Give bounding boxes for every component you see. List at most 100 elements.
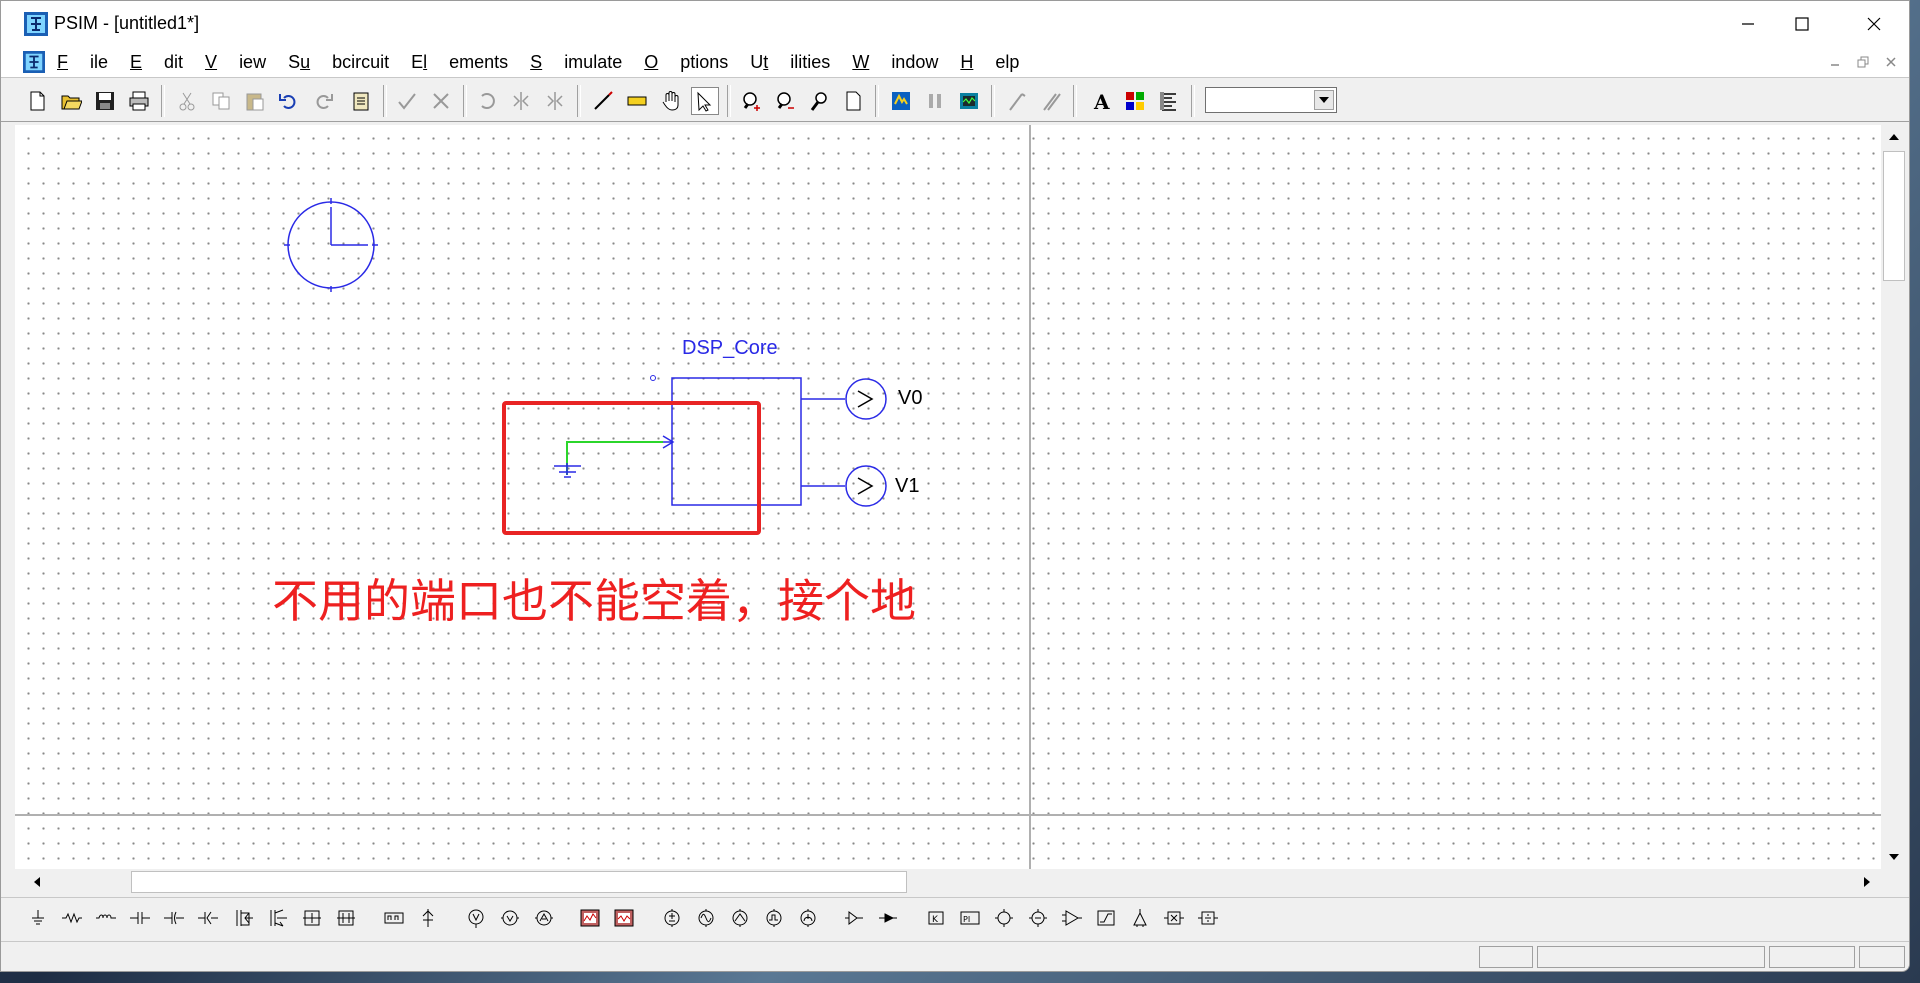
inductor-button[interactable] [93,905,119,931]
gating-block-button[interactable] [841,905,867,931]
scroll-up-button[interactable] [1882,125,1906,149]
multiplier-button[interactable] [1161,905,1187,931]
sine-source-button[interactable] [693,905,719,931]
menu-file[interactable]: File [57,52,108,73]
step-source-button[interactable] [761,905,787,931]
new-button[interactable] [23,87,51,115]
menu-simulate[interactable]: Simulate [530,52,622,73]
limiter-button[interactable] [1093,905,1119,931]
run-simulation-button[interactable] [887,87,915,115]
op-amp-button[interactable] [1059,905,1085,931]
switch-block-button[interactable] [299,905,325,931]
psim-app-icon [24,12,48,36]
redo-button[interactable] [309,87,337,115]
element-list-button[interactable] [1121,87,1149,115]
combo-dropdown-button[interactable] [1314,90,1334,110]
save-button[interactable] [91,87,119,115]
scroll-right-button[interactable] [1855,870,1879,894]
scroll-left-button[interactable] [25,870,49,894]
comparator-button[interactable] [991,905,1017,931]
dc-voltmeter-button[interactable] [497,905,523,931]
summer-button[interactable] [1127,905,1153,931]
current-probe-button[interactable] [1037,87,1065,115]
sensor-button[interactable] [875,905,901,931]
mdi-minimize-button[interactable] [1824,53,1846,71]
ground-button[interactable] [25,905,51,931]
flip-lr-button[interactable] [507,87,535,115]
maximize-button[interactable] [1767,1,1837,47]
netlist-button[interactable] [1155,87,1183,115]
document-icon[interactable] [23,51,45,73]
menu-subcircuit[interactable]: Su bcircuit [288,52,389,73]
copy-button[interactable] [207,87,235,115]
wire-button[interactable] [589,87,617,115]
zoom-in-button[interactable] [737,87,765,115]
simview-button[interactable] [955,87,983,115]
paste-button[interactable] [241,87,269,115]
capacitor-button[interactable] [127,905,153,931]
scroll-down-button[interactable] [1882,845,1906,869]
flip-tb-button[interactable] [541,87,569,115]
horizontal-scrollbar[interactable] [15,869,1881,895]
gain-block-button[interactable]: K [923,905,949,931]
clipboard-button[interactable] [347,87,375,115]
pause-button[interactable] [921,87,949,115]
diode-button[interactable] [415,905,441,931]
switch-block2-button[interactable] [333,905,359,931]
schematic-canvas[interactable]: DSP_Core V0 V1 不用的端口也不能空着，接个地 [15,125,1881,869]
menu-edit[interactable]: Edit [130,52,183,73]
scope2-button[interactable] [611,905,637,931]
pan-button[interactable] [657,87,685,115]
cancel-button[interactable] [427,87,455,115]
status-bar [1,941,1909,971]
menu-view[interactable]: View [205,52,266,73]
text-button[interactable]: A [1087,87,1115,115]
square-source-button[interactable] [795,905,821,931]
electrolytic-capacitor-button[interactable] [161,905,187,931]
transformer-button[interactable] [381,905,407,931]
ac-voltmeter-button[interactable] [531,905,557,931]
clock-element[interactable] [284,198,378,292]
menu-help[interactable]: Help [960,52,1019,73]
close-button[interactable] [1839,1,1909,47]
resistor-button[interactable] [59,905,85,931]
pi-block-button[interactable]: PI [957,905,983,931]
zoom-fit-button[interactable] [805,87,833,115]
horizontal-scroll-thumb[interactable] [131,871,907,893]
menu-options[interactable]: Options [644,52,728,73]
igbt-button[interactable] [265,905,291,931]
mdi-restore-button[interactable] [1852,53,1874,71]
mdi-close-button[interactable] [1880,53,1902,71]
vertical-scrollbar[interactable] [1881,125,1907,869]
cut-button[interactable] [173,87,201,115]
polar-capacitor-button[interactable] [195,905,221,931]
vertical-scroll-thumb[interactable] [1883,151,1905,281]
pulse-source-button[interactable] [727,905,753,931]
voltmeter-v0[interactable] [801,378,887,420]
label-button[interactable] [623,87,651,115]
status-panel [1859,946,1905,968]
rotate-button[interactable] [473,87,501,115]
open-button[interactable] [57,87,85,115]
dc-source-button[interactable] [659,905,685,931]
divider-button[interactable] [1195,905,1221,931]
window-title: PSIM - [untitled1*] [54,13,200,33]
zoom-out-button[interactable] [771,87,799,115]
check-button[interactable] [393,87,421,115]
menu-utilities[interactable]: Ut ilities [750,52,830,73]
menu-elements[interactable]: El ements [411,52,508,73]
undo-button[interactable] [275,87,303,115]
mosfet-button[interactable] [231,905,257,931]
menu-window[interactable]: Window [852,52,938,73]
comparator2-button[interactable] [1025,905,1051,931]
page-button[interactable] [839,87,867,115]
voltage-probe-element-button[interactable] [463,905,489,931]
toolbar-separator [875,85,879,117]
voltage-probe-button[interactable] [1003,87,1031,115]
zoom-combo[interactable] [1205,87,1337,113]
print-button[interactable] [125,87,153,115]
scope-button[interactable] [577,905,603,931]
select-button[interactable] [691,87,719,115]
element-toolbar: K PI [1,897,1909,940]
voltmeter-v1[interactable] [801,465,887,507]
